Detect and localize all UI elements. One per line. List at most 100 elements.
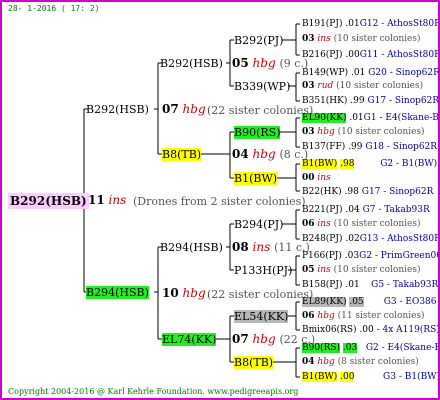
g3-label-8: B8(TB) [234, 356, 274, 369]
g1-num-2: 10 [162, 286, 179, 300]
root-node[interactable]: B292(HSB) [8, 193, 89, 209]
g4-code-18: G5 - Takab93R [371, 280, 439, 290]
g2-num-1: 05 [232, 56, 249, 70]
g3-node-1[interactable]: B292(PJ) [234, 34, 283, 47]
g4-note-17: (10 sister colonies) [333, 265, 421, 275]
g4-tag-5: rud [317, 81, 334, 91]
root-tag: ins [108, 193, 127, 207]
g3-label-7: EL54(KK) [234, 310, 289, 323]
g4-row-18[interactable]: B158(PJ) .01 G5 - Takab93R [302, 279, 438, 292]
g1-node-2[interactable]: B294(HSB) [86, 286, 149, 299]
g4-row-9[interactable]: B137(FF) .99 G18 - Sinop62R [302, 141, 437, 154]
g4-val-9: .99 [348, 142, 363, 152]
g4-row-17: 05 ins (10 sister colonies) [302, 264, 421, 277]
g4-row-4[interactable]: B149(WP) .01 G20 - Sinop62R [302, 67, 438, 80]
g2-node-3[interactable]: B294(HSB) [160, 241, 223, 254]
g4-val-16: .03 [344, 251, 360, 261]
g4-row-22[interactable]: B90(RS) .03 G2 - E4(Skane-B) [302, 342, 440, 355]
g4-code-10: G2 - B1(BW) [380, 159, 438, 169]
g4-code-21: - 4x A119(RS) [376, 325, 440, 335]
g3-node-2[interactable]: B339(WP) [234, 80, 290, 93]
g4-row-3[interactable]: B216(PJ) .00G11 - AthosSt80R [302, 49, 438, 62]
g4-note-20: (11 sister colonies) [337, 311, 425, 321]
g4-label-22: B90(RS) [302, 343, 341, 353]
g3-node-5[interactable]: B294(PJ) [234, 218, 283, 231]
g4-row-21[interactable]: Bmix06(RS) .00 - 4x A119(RS) [302, 324, 440, 337]
g4-val-3: .00 [345, 50, 360, 60]
g4-row-14: 06 ins (10 sister colonies) [302, 218, 421, 231]
timestamp: 28- 1-2016 ( 17: 2) [8, 4, 100, 13]
g4-row-12[interactable]: B22(HK) .98 G17 - Sinop62R [302, 186, 433, 199]
g4-label-19: EL89(KK) [302, 297, 347, 307]
g4-code-19: G3 - EO386 [383, 297, 437, 307]
g1-info-2: 10 hbg [162, 287, 206, 300]
g4-row-6[interactable]: B351(HK) .99 G17 - Sinop62R [302, 95, 440, 108]
g4-row-10[interactable]: B1(BW) .98 G2 - B1(BW) [302, 158, 437, 171]
g4-code-6: G17 - Sinop62R [367, 96, 440, 106]
g3-node-7[interactable]: EL54(KK) [234, 310, 289, 323]
g4-val-24: .00 [340, 372, 355, 382]
g4-row-13[interactable]: B221(PJ) .04 G7 - Takab93R [302, 204, 430, 217]
g4-note-23: (8 sister colonies) [337, 357, 419, 367]
g4-val-7: .01 [349, 113, 364, 123]
g4-note-5: (10 sister colonies) [336, 81, 424, 91]
g2-tag-4: hbg [252, 332, 276, 346]
g2-label-2: B8(TB) [162, 148, 202, 161]
g1-note-2: (22 sister colonies) [207, 288, 314, 301]
g4-row-24[interactable]: B1(BW) .00 G3 - B1(BW) [302, 371, 440, 384]
g4-tag-14: ins [317, 219, 331, 229]
g4-val-12: .98 [344, 187, 359, 197]
g4-tag-11: ins [317, 173, 331, 183]
g4-num-14: 06 [302, 219, 315, 229]
g4-label-6: B351(HK) [302, 96, 348, 106]
g4-label-7: EL90(KK) [302, 113, 347, 123]
g4-num-23: 04 [302, 357, 315, 367]
g4-tag-8: hbg [317, 127, 335, 137]
g4-row-7[interactable]: EL90(KK) .01G1 - E4(Skane-B) [302, 112, 438, 125]
g3-node-6[interactable]: P133H(PJ) [234, 264, 292, 277]
g4-code-22: G2 - E4(Skane-B) [365, 343, 440, 353]
g3-node-3[interactable]: B90(RS) [234, 126, 281, 139]
g4-val-10: .98 [340, 159, 355, 169]
g4-val-13: .04 [345, 205, 360, 215]
g1-node-1[interactable]: B292(HSB) [86, 103, 149, 116]
g4-note-2: (10 sister colonies) [333, 34, 421, 44]
g1-info-1: 07 hbg [162, 103, 206, 116]
g1-tag-2: hbg [182, 286, 206, 300]
g4-code-9: G18 - Sinop62R [365, 142, 438, 152]
g4-label-21: Bmix06(RS) [302, 325, 357, 335]
g4-label-1: B191(PJ) [302, 19, 343, 29]
g4-val-4: .01 [351, 68, 366, 78]
g4-row-19[interactable]: EL89(KK) .05 G3 - EO386 [302, 296, 437, 309]
g4-row-15[interactable]: B248(PJ) .02G13 - AthosSt80R [302, 233, 438, 246]
g4-label-24: B1(BW) [302, 372, 338, 382]
root-info: 11 ins [88, 194, 126, 207]
g4-label-9: B137(FF) [302, 142, 346, 152]
g4-code-24: G3 - B1(BW) [383, 372, 440, 382]
g3-node-8[interactable]: B8(TB) [234, 356, 274, 369]
g4-row-8: 03 hbg (10 sister colonies) [302, 126, 425, 139]
g4-row-23: 04 hbg (8 sister colonies) [302, 356, 419, 369]
g2-node-4[interactable]: EL74(KK) [162, 333, 217, 346]
root-note: (Drones from 2 sister colonies) [133, 195, 306, 208]
g2-tag-1: hbg [252, 56, 276, 70]
g4-row-2: 03 ins (10 sister colonies) [302, 33, 421, 46]
root-num: 11 [88, 193, 105, 207]
g4-tag-20: hbg [317, 311, 335, 321]
g4-val-19: .05 [349, 297, 364, 307]
g2-tag-2: hbg [252, 147, 276, 161]
g4-val-21: .00 [359, 325, 374, 335]
g3-node-4[interactable]: B1(BW) [234, 172, 278, 185]
copyright-footer: Copyright 2004-2016 @ Karl Kehrle Founda… [8, 387, 299, 396]
g1-num-1: 07 [162, 102, 179, 116]
g2-node-2[interactable]: B8(TB) [162, 148, 202, 161]
g4-label-12: B22(HK) [302, 187, 342, 197]
g4-row-16[interactable]: P166(PJ) .03G2 - PrimGreen00 [302, 250, 438, 263]
g4-label-3: B216(PJ) [302, 50, 343, 60]
g4-row-11: 00 ins [302, 172, 331, 185]
g4-label-4: B149(WP) [302, 68, 349, 78]
g2-node-1[interactable]: B292(HSB) [160, 57, 223, 70]
g4-row-5: 03 rud (10 sister colonies) [302, 80, 423, 93]
g4-row-1[interactable]: B191(PJ) .01G12 - AthosSt80R [302, 18, 438, 31]
g4-row-20: 06 hbg (11 sister colonies) [302, 310, 425, 323]
